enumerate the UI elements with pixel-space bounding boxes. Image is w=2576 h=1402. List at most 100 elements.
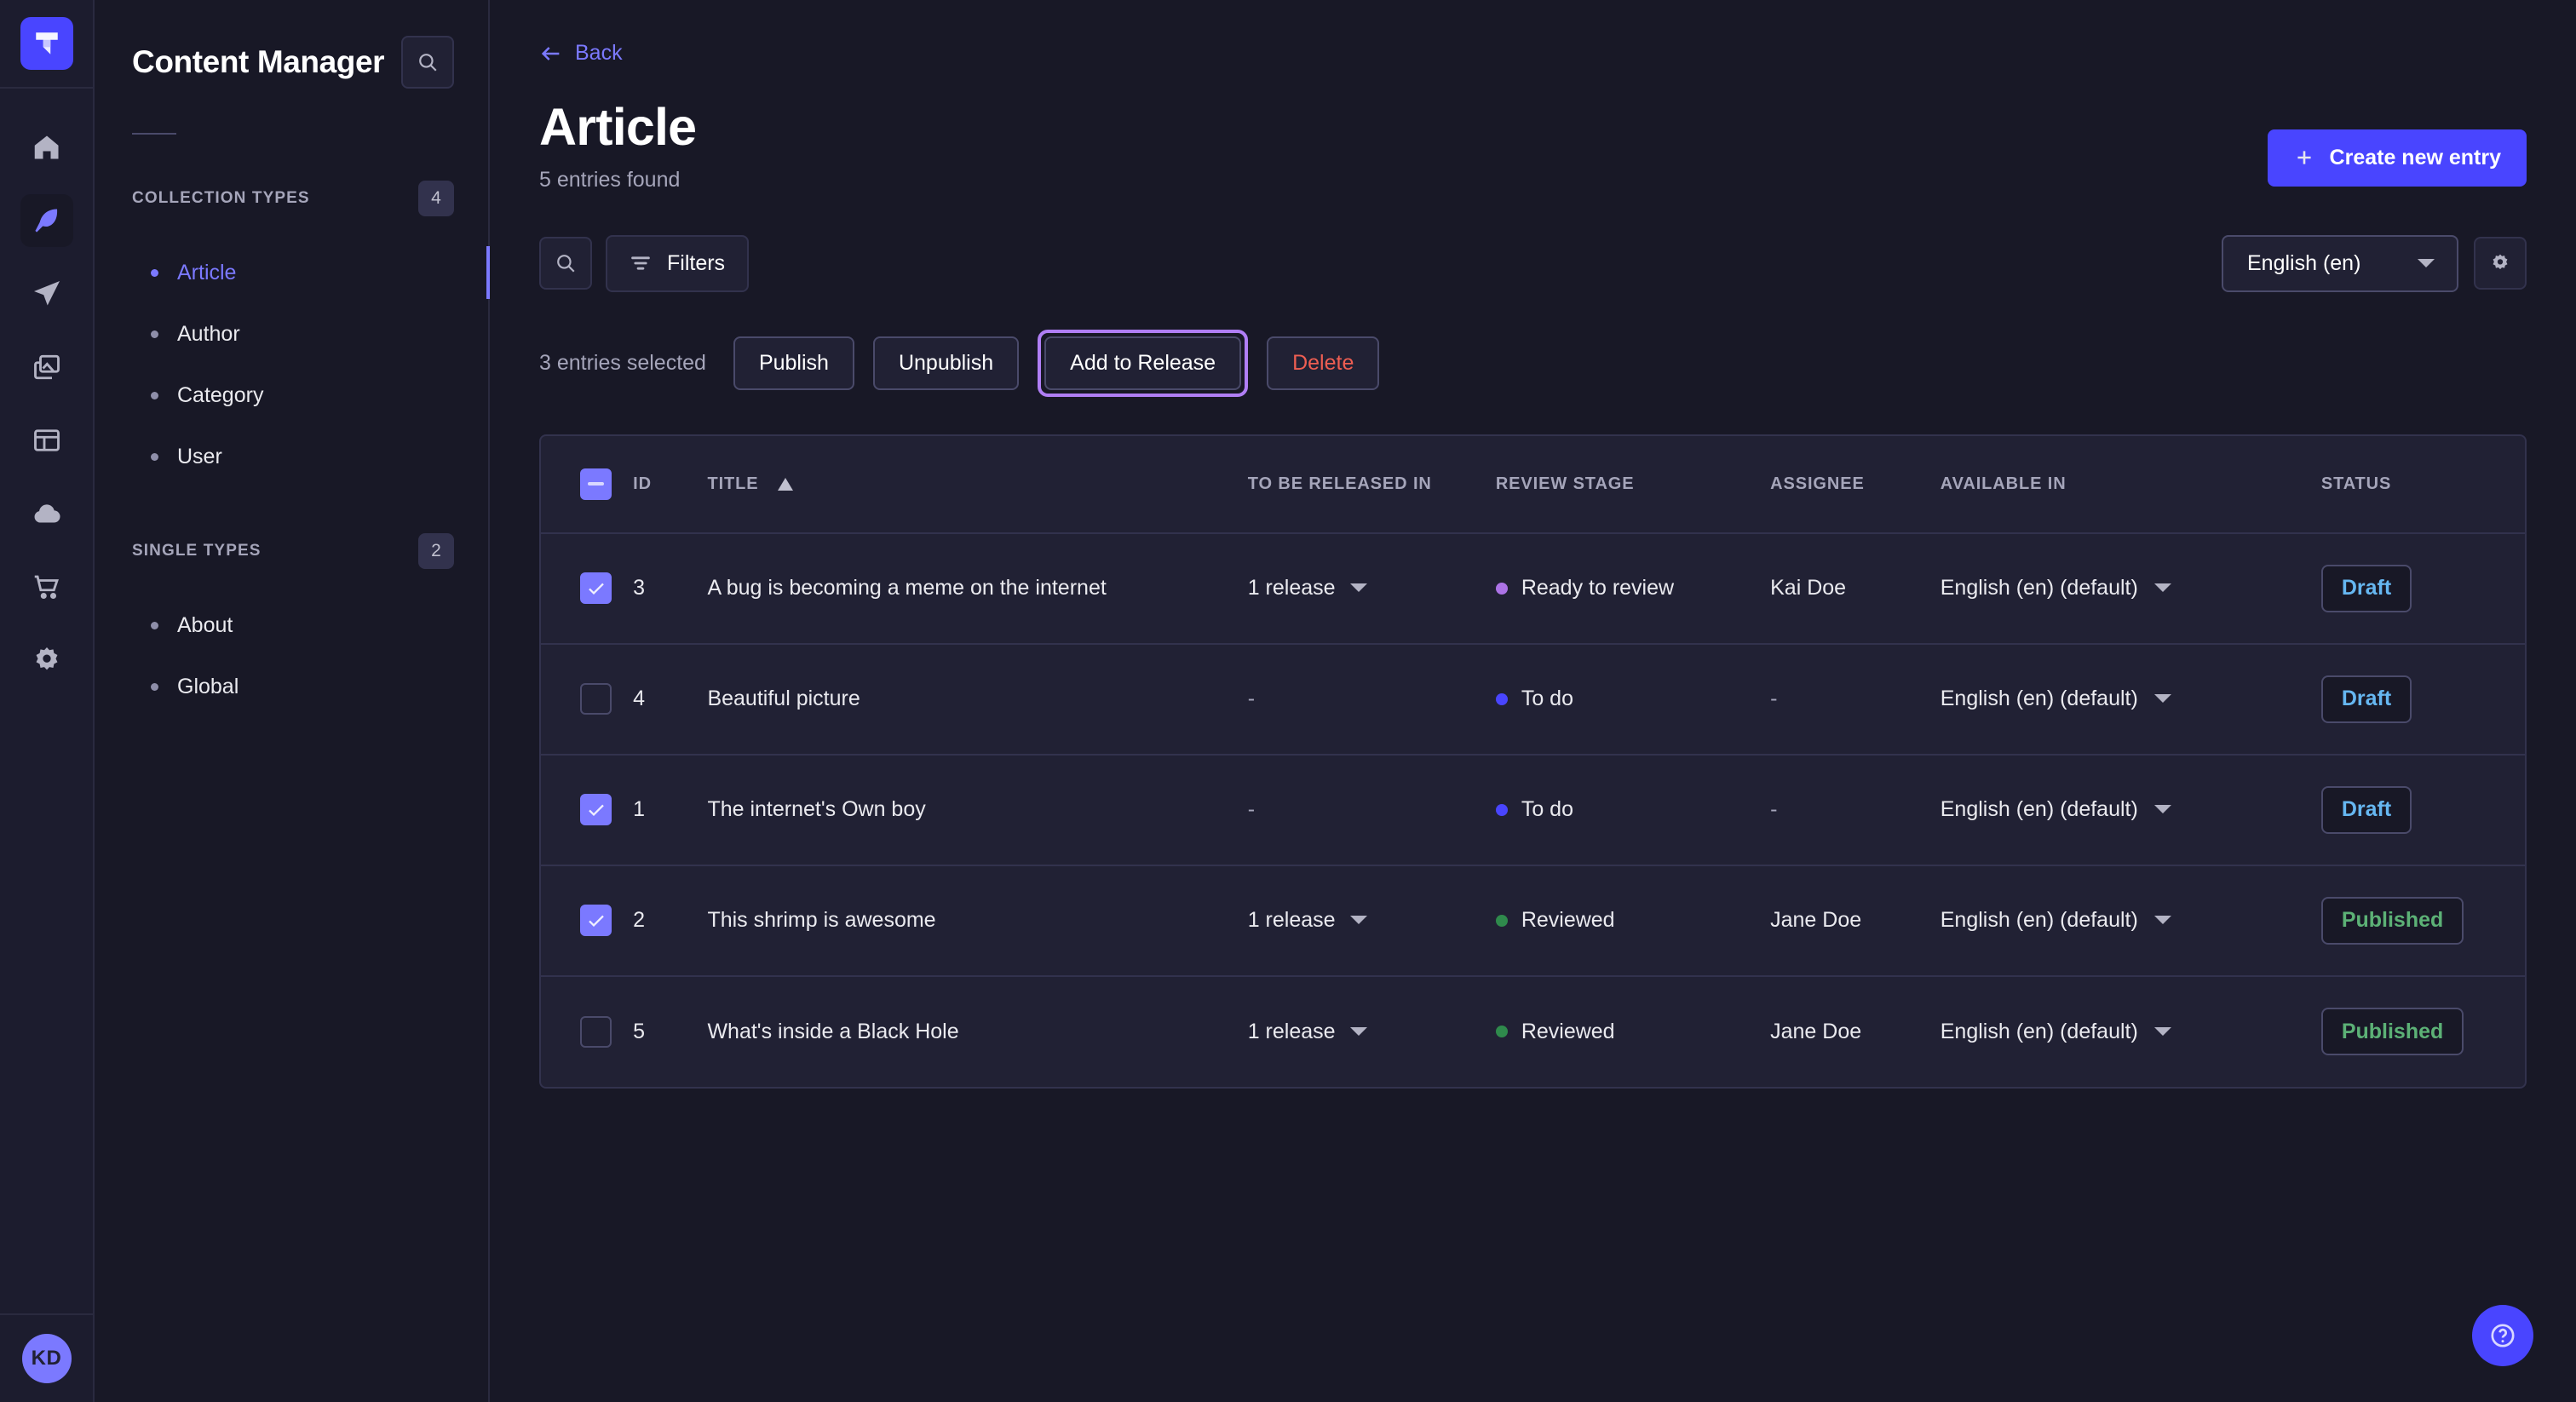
view-settings-gear-icon[interactable] [2474, 237, 2527, 290]
table-body: 3A bug is becoming a meme on the interne… [541, 533, 2525, 1087]
filters-button[interactable]: Filters [606, 235, 749, 292]
column-header-assignee[interactable]: ASSIGNEE [1770, 436, 1941, 533]
table-row[interactable]: 1The internet's Own boy-To do-English (e… [541, 755, 2525, 865]
cell-title[interactable]: Beautiful picture [707, 644, 1247, 755]
chevron-down-icon [1349, 915, 1368, 926]
row-select-cell [541, 976, 633, 1087]
cell-review-stage: To do [1496, 644, 1770, 755]
assignee-empty: - [1770, 687, 1777, 710]
available-in-dropdown[interactable]: English (en) (default) [1941, 576, 2172, 600]
available-in-dropdown[interactable]: English (en) (default) [1941, 797, 2172, 822]
sidebar-item-label: Category [177, 383, 263, 408]
chevron-down-icon [2153, 1026, 2172, 1037]
cell-title[interactable]: This shrimp is awesome [707, 865, 1247, 976]
available-in-dropdown[interactable]: English (en) (default) [1941, 1020, 2172, 1044]
chevron-down-icon [2153, 693, 2172, 704]
sidebar-item-author[interactable]: Author [95, 303, 488, 365]
assignee-name: Jane Doe [1770, 1020, 1861, 1043]
entries-found-label: 5 entries found [539, 168, 696, 192]
add-to-release-button[interactable]: Add to Release [1044, 336, 1241, 390]
available-in-label: English (en) (default) [1941, 797, 2138, 822]
row-checkbox[interactable] [580, 683, 612, 715]
review-stage-dot [1496, 693, 1508, 705]
table-row[interactable]: 5What's inside a Black Hole1 releaseRevi… [541, 976, 2525, 1087]
column-header-review-stage[interactable]: REVIEW STAGE [1496, 436, 1770, 533]
column-header-title[interactable]: TITLE [707, 436, 1247, 533]
gear-icon[interactable] [20, 634, 73, 687]
cell-title[interactable]: A bug is becoming a meme on the internet [707, 533, 1247, 644]
locale-select[interactable]: English (en) [2222, 235, 2458, 292]
plus-icon [2293, 147, 2315, 169]
release-dropdown[interactable]: 1 release [1248, 1020, 1368, 1044]
unpublish-button[interactable]: Unpublish [873, 336, 1019, 390]
release-label: 1 release [1248, 1020, 1336, 1044]
feather-icon[interactable] [20, 194, 73, 247]
status-badge: Published [2321, 1008, 2464, 1055]
chevron-down-icon [2416, 257, 2436, 269]
cell-to-be-released-in: 1 release [1248, 865, 1496, 976]
home-icon[interactable] [20, 121, 73, 174]
sidebar-item-label: Article [177, 261, 236, 285]
table-row[interactable]: 4Beautiful picture-To do-English (en) (d… [541, 644, 2525, 755]
search-icon[interactable] [401, 36, 454, 89]
row-checkbox[interactable] [580, 1016, 612, 1048]
release-label: 1 release [1248, 576, 1336, 600]
toolbar-right: English (en) [2222, 235, 2527, 292]
available-in-dropdown[interactable]: English (en) (default) [1941, 908, 2172, 933]
column-header-status[interactable]: STATUS [2321, 436, 2525, 533]
search-icon[interactable] [539, 237, 592, 290]
release-dropdown[interactable]: 1 release [1248, 908, 1368, 933]
section-count-badge: 4 [418, 181, 454, 216]
sidebar-item-user[interactable]: User [95, 426, 488, 487]
cell-available-in: English (en) (default) [1941, 865, 2321, 976]
sidebar-item-label: User [177, 445, 222, 469]
create-new-entry-button[interactable]: Create new entry [2268, 129, 2527, 187]
subnav-divider [132, 133, 176, 135]
images-icon[interactable] [20, 341, 73, 394]
cell-review-stage: To do [1496, 755, 1770, 865]
select-all-checkbox[interactable] [580, 468, 612, 500]
available-in-label: English (en) (default) [1941, 576, 2138, 600]
sidebar-item-global[interactable]: Global [95, 656, 488, 717]
page-header: Article 5 entries found Create new entry [539, 99, 2527, 192]
column-header-id[interactable]: ID [633, 436, 707, 533]
layout-icon[interactable] [20, 414, 73, 467]
status-badge: Draft [2321, 675, 2412, 723]
table-row[interactable]: 2This shrimp is awesome1 releaseReviewed… [541, 865, 2525, 976]
strapi-logo-icon[interactable] [20, 17, 73, 70]
cloud-icon[interactable] [20, 487, 73, 540]
bullet-icon [151, 453, 158, 461]
release-dropdown[interactable]: 1 release [1248, 576, 1368, 600]
avatar[interactable]: KD [22, 1334, 72, 1383]
help-button[interactable] [2472, 1305, 2533, 1366]
row-checkbox[interactable] [580, 794, 612, 825]
filters-label: Filters [667, 251, 725, 276]
row-checkbox[interactable] [580, 572, 612, 604]
sidebar-item-about[interactable]: About [95, 595, 488, 656]
cell-id: 1 [633, 755, 707, 865]
sidebar-item-category[interactable]: Category [95, 365, 488, 426]
review-stage-dot [1496, 915, 1508, 927]
review-stage-label: To do [1521, 687, 1573, 711]
sidebar-item-article[interactable]: Article [95, 242, 488, 303]
table-header-row: ID TITLE TO BE RELEASED IN REVIEW STAGE … [541, 436, 2525, 533]
cell-title[interactable]: The internet's Own boy [707, 755, 1247, 865]
publish-button[interactable]: Publish [733, 336, 854, 390]
available-in-dropdown[interactable]: English (en) (default) [1941, 687, 2172, 711]
paper-plane-icon[interactable] [20, 267, 73, 320]
cell-title[interactable]: What's inside a Black Hole [707, 976, 1247, 1087]
row-checkbox[interactable] [580, 905, 612, 936]
section-label: SINGLE TYPES [132, 542, 262, 560]
column-header-to-be-released-in[interactable]: TO BE RELEASED IN [1248, 436, 1496, 533]
delete-button[interactable]: Delete [1267, 336, 1379, 390]
table-row[interactable]: 3A bug is becoming a meme on the interne… [541, 533, 2525, 644]
cell-review-stage: Ready to review [1496, 533, 1770, 644]
page-title: Article [539, 99, 696, 156]
cart-icon[interactable] [20, 560, 73, 613]
back-link[interactable]: Back [539, 41, 623, 66]
cell-assignee: Kai Doe [1770, 533, 1941, 644]
check-icon [588, 914, 605, 928]
cell-available-in: English (en) (default) [1941, 533, 2321, 644]
column-header-available-in[interactable]: AVAILABLE IN [1941, 436, 2321, 533]
chevron-down-icon [2153, 915, 2172, 926]
